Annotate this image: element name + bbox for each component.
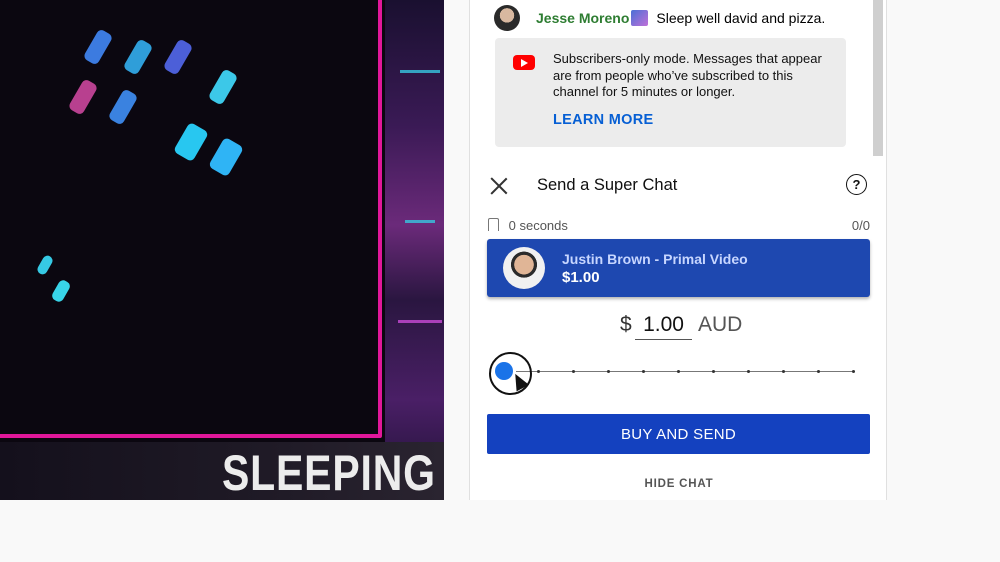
notice-text: Subscribers-only mode. Messages that app… <box>553 51 822 99</box>
video-player[interactable]: SLEEPING <box>0 0 444 500</box>
neon-strip <box>400 70 440 73</box>
pin-icon <box>488 218 499 231</box>
amount-input[interactable]: 1.00 <box>635 313 692 340</box>
slider-tick <box>607 370 610 373</box>
neon-background <box>385 0 444 500</box>
neon-strip <box>405 220 435 223</box>
currency-code: AUD <box>698 313 743 336</box>
subscribers-only-notice: Subscribers-only mode. Messages that app… <box>495 38 846 147</box>
slider-tick <box>537 370 540 373</box>
slider-tick <box>677 370 680 373</box>
message-text: Sleep well david and pizza. <box>656 10 826 26</box>
currency-symbol: $ <box>620 313 632 336</box>
slider-tick <box>572 370 575 373</box>
slider-tick <box>712 370 715 373</box>
help-icon[interactable]: ? <box>846 174 867 195</box>
learn-more-link[interactable]: LEARN MORE <box>553 112 653 128</box>
superchat-preview-card: Justin Brown - Primal Video $1.00 <box>487 239 870 297</box>
message-author[interactable]: Jesse Moreno <box>536 10 629 26</box>
preview-name: Justin Brown - Primal Video <box>562 251 748 267</box>
pin-duration-row: 0 seconds 0/0 <box>488 218 870 233</box>
video-frame-border <box>0 0 382 438</box>
chat-message: Jesse Moreno Sleep well david and pizza. <box>494 5 825 31</box>
superchat-title: Send a Super Chat <box>537 176 678 194</box>
live-chat-panel: Jesse Moreno Sleep well david and pizza.… <box>469 0 887 500</box>
buy-and-send-button[interactable]: BUY AND SEND <box>487 414 870 454</box>
amount-slider-track[interactable] <box>516 371 855 372</box>
slider-tick <box>747 370 750 373</box>
neon-strip <box>398 320 442 323</box>
pin-duration: 0 seconds <box>508 218 568 233</box>
chat-scrollbar[interactable] <box>873 0 883 156</box>
avatar[interactable] <box>494 5 520 31</box>
character-count: 0/0 <box>851 218 870 233</box>
superchat-header: Send a Super Chat ? <box>470 156 886 216</box>
hide-chat-button[interactable]: HIDE CHAT <box>470 478 886 490</box>
close-icon[interactable] <box>488 175 510 197</box>
slider-tick <box>817 370 820 373</box>
slider-tick <box>852 370 855 373</box>
member-badge-icon <box>631 10 649 26</box>
slider-tick <box>782 370 785 373</box>
avatar <box>503 247 545 289</box>
overlay-text: SLEEPING <box>222 445 436 500</box>
preview-amount: $1.00 <box>562 269 600 286</box>
youtube-icon <box>513 55 535 70</box>
slider-tick <box>642 370 645 373</box>
